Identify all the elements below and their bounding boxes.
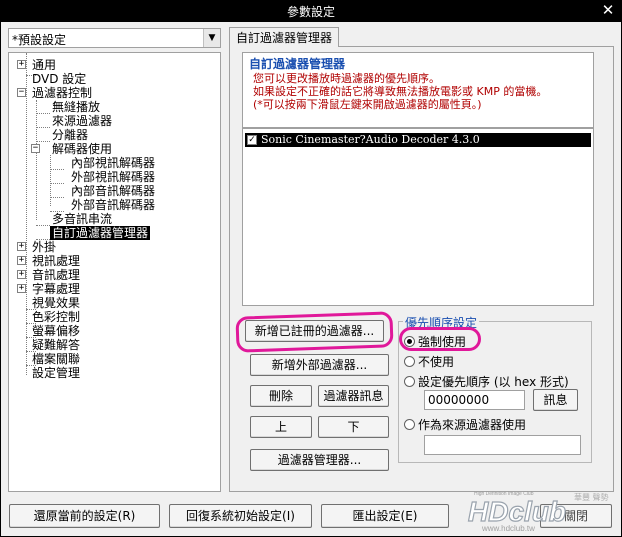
tree-item-color-control[interactable]: 色彩控制: [32, 310, 80, 324]
window-title: 參數設定: [286, 5, 335, 19]
delete-button[interactable]: 刪除: [250, 385, 312, 407]
radio-label: 作為來源過濾器使用: [418, 418, 527, 432]
expand-plus-icon[interactable]: +: [17, 242, 26, 251]
info-button[interactable]: 訊息: [533, 389, 578, 411]
tree-item-decoder-usage[interactable]: 解碼器使用: [52, 142, 112, 156]
chevron-down-icon[interactable]: ▼: [203, 29, 220, 47]
title-bar: 參數設定 ✕: [0, 0, 622, 22]
move-down-button[interactable]: 下: [318, 416, 389, 438]
filter-name: Sonic Cinemaster?Audio Decoder 4.3.0: [261, 133, 480, 146]
tree-item-external-video[interactable]: 外部視訊解碼器: [71, 170, 155, 184]
filter-checkbox[interactable]: ✓: [247, 135, 257, 145]
preset-value: *預設設定: [12, 33, 67, 47]
highlight-annotation: [235, 311, 394, 353]
restore-settings-button[interactable]: 還原當前的設定(R): [9, 504, 160, 528]
tree-connector: [50, 197, 64, 198]
move-up-button[interactable]: 上: [250, 416, 312, 438]
description-box: 自訂過濾器管理器 您可以更改播放時過濾器的優先順序。 如果設定不正確的話它將導致…: [242, 52, 594, 128]
source-filter-input[interactable]: [424, 435, 581, 455]
tree-item-splitter[interactable]: 分離器: [52, 128, 88, 142]
svg-text:華豐 聲勢: 華豐 聲勢: [574, 492, 609, 502]
collapse-minus-icon[interactable]: −: [31, 144, 40, 153]
preset-dropdown[interactable]: *預設設定 ▼: [8, 28, 221, 48]
tree-item-visual-effects[interactable]: 視覺效果: [32, 296, 80, 310]
tree-connector: [26, 53, 27, 375]
reset-defaults-button[interactable]: 回復系統初始設定(I): [169, 504, 312, 528]
tree-item-plugins[interactable]: 外掛: [32, 240, 56, 254]
tree-item-audio-processing[interactable]: 音訊處理: [32, 268, 80, 282]
expand-plus-icon[interactable]: +: [17, 284, 26, 293]
radio-label: 設定優先順序 (以 hex 形式): [418, 375, 569, 389]
svg-text:www.hdclub.tw: www.hdclub.tw: [481, 524, 535, 533]
export-settings-button[interactable]: 匯出設定(E): [321, 504, 449, 528]
expand-plus-icon[interactable]: +: [17, 270, 26, 279]
filter-manager-button[interactable]: 過濾器管理器...: [250, 449, 389, 471]
hdclub-watermark-logo: High Definition Image Club 華豐 聲勢 HDclub …: [452, 488, 614, 534]
expand-plus-icon[interactable]: +: [17, 256, 26, 265]
tree-item-internal-audio[interactable]: 內部音訊解碼器: [71, 184, 155, 198]
tree-connector: [36, 127, 50, 128]
collapse-minus-icon[interactable]: −: [17, 88, 26, 97]
tree-item-dvd[interactable]: DVD 設定: [32, 72, 86, 86]
close-icon[interactable]: ✕: [600, 1, 616, 19]
tree-item-file-association[interactable]: 檔案關聯: [32, 352, 80, 366]
filter-info-button[interactable]: 過濾器訊息: [318, 385, 389, 407]
tree-item-source-filter[interactable]: 來源過濾器: [52, 114, 112, 128]
radio-set-priority[interactable]: 設定優先順序 (以 hex 形式): [404, 373, 569, 390]
tree-item-custom-filter-manager[interactable]: 自訂過濾器管理器: [50, 226, 151, 240]
filter-list[interactable]: ✓ Sonic Cinemaster?Audio Decoder 4.3.0: [242, 128, 594, 306]
radio-icon[interactable]: [404, 356, 415, 367]
radio-icon[interactable]: [404, 419, 415, 430]
hex-priority-input[interactable]: 00000000: [424, 390, 525, 410]
radio-icon[interactable]: [404, 376, 415, 387]
tree-item-internal-video[interactable]: 內部視訊解碼器: [71, 156, 155, 170]
tree-connector: [50, 183, 64, 184]
svg-text:HDclub: HDclub: [468, 496, 566, 527]
tree-connector: [36, 113, 50, 114]
description-line: (*可以按兩下滑鼠左鍵來開啟過濾器的屬性頁。): [253, 98, 482, 111]
tree-item-video-processing[interactable]: 視訊處理: [32, 254, 80, 268]
add-external-filter-button[interactable]: 新增外部過濾器...: [250, 354, 389, 376]
radio-label: 不使用: [418, 355, 455, 369]
highlight-annotation: [399, 327, 481, 351]
tree-item-external-audio[interactable]: 外部音訊解碼器: [71, 198, 155, 212]
tree-connector: [36, 225, 50, 226]
tree-item-filter-control[interactable]: 過濾器控制: [32, 86, 92, 100]
radio-do-not-use[interactable]: 不使用: [404, 353, 454, 370]
tree-item-screen-offset[interactable]: 螢幕偏移: [32, 324, 80, 338]
settings-tree[interactable]: + − − + + + + 通用 DVD 設定 過濾器控制 無縫播放 來源過濾器…: [8, 52, 221, 492]
tab-custom-filter-manager[interactable]: 自訂過濾器管理器: [229, 27, 339, 47]
expand-plus-icon[interactable]: +: [17, 60, 26, 69]
tree-connector: [36, 141, 50, 142]
radio-use-as-source[interactable]: 作為來源過濾器使用: [404, 416, 526, 433]
tree-item-troubleshooting[interactable]: 疑難解答: [32, 338, 80, 352]
tree-item-seamless[interactable]: 無縫播放: [52, 100, 100, 114]
tree-item-general[interactable]: 通用: [32, 58, 56, 72]
filter-row[interactable]: ✓ Sonic Cinemaster?Audio Decoder 4.3.0: [245, 133, 591, 147]
tree-connector: [50, 169, 64, 170]
tree-item-subtitle-processing[interactable]: 字幕處理: [32, 282, 80, 296]
tree-item-config-management[interactable]: 設定管理: [32, 366, 80, 380]
tree-connector: [50, 155, 51, 206]
tree-item-multi-audio[interactable]: 多音訊串流: [52, 212, 112, 226]
tree-connector: [36, 100, 37, 220]
